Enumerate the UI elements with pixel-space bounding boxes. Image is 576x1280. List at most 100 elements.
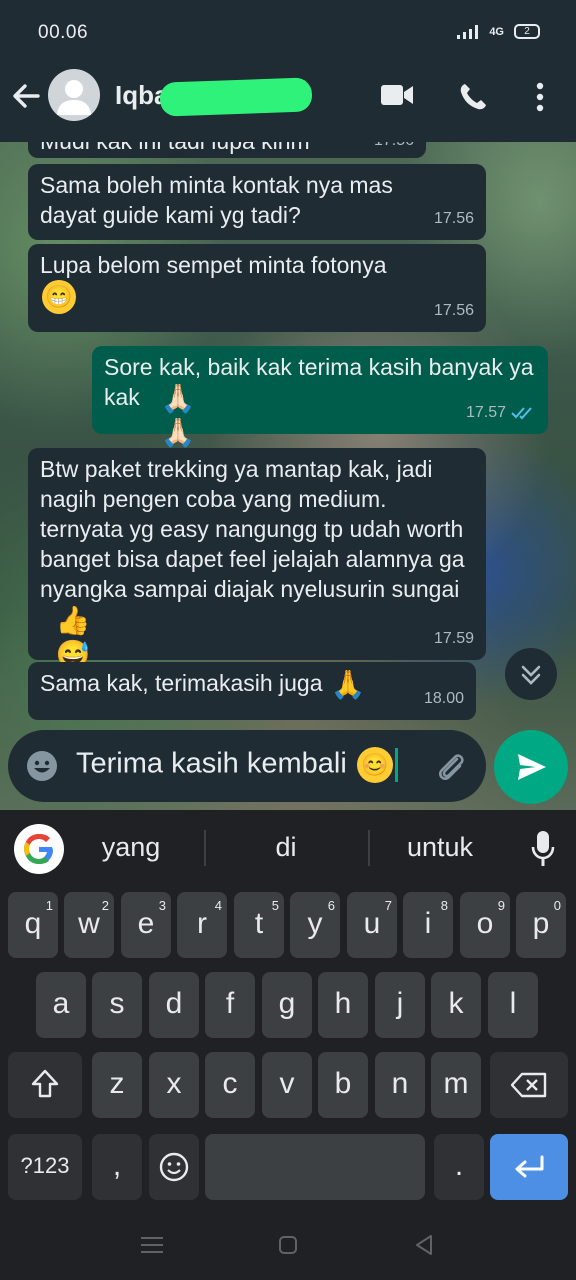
message-time: 17.56 [433,210,474,227]
more-vert-icon[interactable] [534,82,546,112]
shift-icon [31,1069,59,1098]
key-y[interactable]: y6 [290,892,340,958]
key-g[interactable]: g [262,972,312,1038]
keyboard: yang di untuk q1 w2 e3 r4 t5 y6 u7 i8 o9… [0,810,576,1280]
key-v[interactable]: v [262,1052,312,1118]
message-text: Sama boleh minta kontak nya mas dayat gu… [40,172,393,228]
chat-area[interactable]: Mudi kak ini tadi lupa kirim 17.56 Sama … [0,142,576,810]
key-d[interactable]: d [149,972,199,1038]
message-time: 17.56 [433,302,474,319]
message-time: 17.59 [433,630,474,647]
key-f[interactable]: f [205,972,255,1038]
key-z[interactable]: z [92,1052,142,1118]
message-input-text: Terima kasih kembali [76,747,347,780]
key-c[interactable]: c [205,1052,255,1118]
key-i[interactable]: i8 [403,892,453,958]
suggestion-3[interactable]: untuk [370,832,510,863]
message-time: 18.00 [423,690,464,707]
text-cursor [394,748,398,782]
video-call-icon[interactable] [380,82,414,108]
attach-icon[interactable] [434,750,468,784]
key-o[interactable]: o9 [460,892,510,958]
grin-emoji: 😁 [42,280,76,314]
message-text: Mudi kak ini tadi lupa kirim [40,142,310,154]
shift-key[interactable] [8,1052,82,1118]
key-q[interactable]: q1 [8,892,58,958]
emoji-icon[interactable] [26,750,58,782]
key-u[interactable]: u7 [347,892,397,958]
menu-nav-icon[interactable] [141,1235,163,1255]
key-j[interactable]: j [375,972,425,1038]
message-bubble-incoming[interactable]: Sama kak, terimakasih juga 🙏 18.00 [28,662,476,720]
google-icon[interactable] [14,824,64,874]
key-w[interactable]: w2 [64,892,114,958]
status-icons: 4G 2 [457,24,540,39]
message-text: Sama kak, terimakasih juga [40,670,323,697]
divider [204,830,206,866]
status-time: 00.06 [38,22,89,43]
spacebar[interactable] [205,1134,425,1200]
key-b[interactable]: b [318,1052,368,1118]
battery-icon: 2 [514,24,540,39]
pray-emoji: 🙏🏻🙏🏻 [160,383,196,448]
period-key[interactable]: . [434,1134,484,1200]
message-bubble-incoming[interactable]: Btw paket trekking ya mantap kak, jadi n… [28,448,486,670]
send-button[interactable] [494,730,568,804]
phone-icon[interactable] [458,82,488,112]
thumbs-up-emoji: 👍😅 [55,605,91,670]
suggestion-1[interactable]: yang [61,832,201,863]
chat-header: Iqbal [0,54,576,142]
key-k[interactable]: k [431,972,481,1038]
enter-key[interactable] [490,1134,568,1200]
back-nav-icon[interactable] [414,1234,434,1256]
person-icon [57,80,91,115]
message-time: 17.57 [465,404,506,421]
backspace-icon [510,1072,547,1098]
message-text: Lupa belom sempet minta fotonya [40,252,387,278]
home-nav-icon[interactable] [278,1235,298,1255]
message-composer[interactable]: Terima kasih kembali 😊 [8,730,486,802]
key-a[interactable]: a [36,972,86,1038]
key-m[interactable]: m [431,1052,481,1118]
emoji-key[interactable] [149,1134,199,1200]
key-l[interactable]: l [488,972,538,1038]
send-icon [518,754,546,780]
message-text: Btw paket trekking ya mantap kak, jadi n… [40,456,465,602]
message-time: 17.56 [374,142,414,156]
google-g-icon [24,834,53,864]
key-h[interactable]: h [318,972,368,1038]
key-t[interactable]: t5 [234,892,284,958]
key-x[interactable]: x [149,1052,199,1118]
message-bubble-incoming[interactable]: Sama boleh minta kontak nya mas dayat gu… [28,164,486,240]
key-s[interactable]: s [92,972,142,1038]
signal-icon [457,24,479,39]
system-navigation-bar [0,1210,576,1280]
scroll-to-bottom-button[interactable] [505,648,557,700]
chevron-double-down-icon [521,665,541,685]
message-input[interactable]: Terima kasih kembali 😊 [76,747,398,783]
pray-emoji: 🙏 [330,669,366,700]
back-arrow-icon[interactable] [10,80,42,112]
key-r[interactable]: r4 [177,892,227,958]
redaction-mark [159,77,313,117]
message-bubble-incoming[interactable]: Lupa belom sempet minta fotonya 😁 17.56 [28,244,486,332]
enter-icon [515,1155,544,1178]
symbols-key[interactable]: ?123 [8,1134,82,1200]
message-bubble-incoming[interactable]: Mudi kak ini tadi lupa kirim 17.56 [28,142,426,158]
avatar[interactable] [48,69,100,121]
microphone-icon[interactable] [530,830,556,868]
key-n[interactable]: n [375,1052,425,1118]
comma-key[interactable]: , [92,1134,142,1200]
smiley-icon [159,1152,189,1182]
network-type: 4G [489,25,504,38]
double-check-icon [511,407,532,420]
suggestion-2[interactable]: di [216,832,356,863]
message-meta: 17.57 [466,398,536,428]
message-bubble-outgoing[interactable]: Sore kak, baik kak terima kasih banyak y… [92,346,548,448]
backspace-key[interactable] [490,1052,568,1118]
key-p[interactable]: p0 [516,892,566,958]
status-bar: 00.06 4G 2 [0,0,576,54]
key-e[interactable]: e3 [121,892,171,958]
suggestion-bar: yang di untuk [0,810,576,886]
smiling-emoji: 😊 [356,747,393,783]
